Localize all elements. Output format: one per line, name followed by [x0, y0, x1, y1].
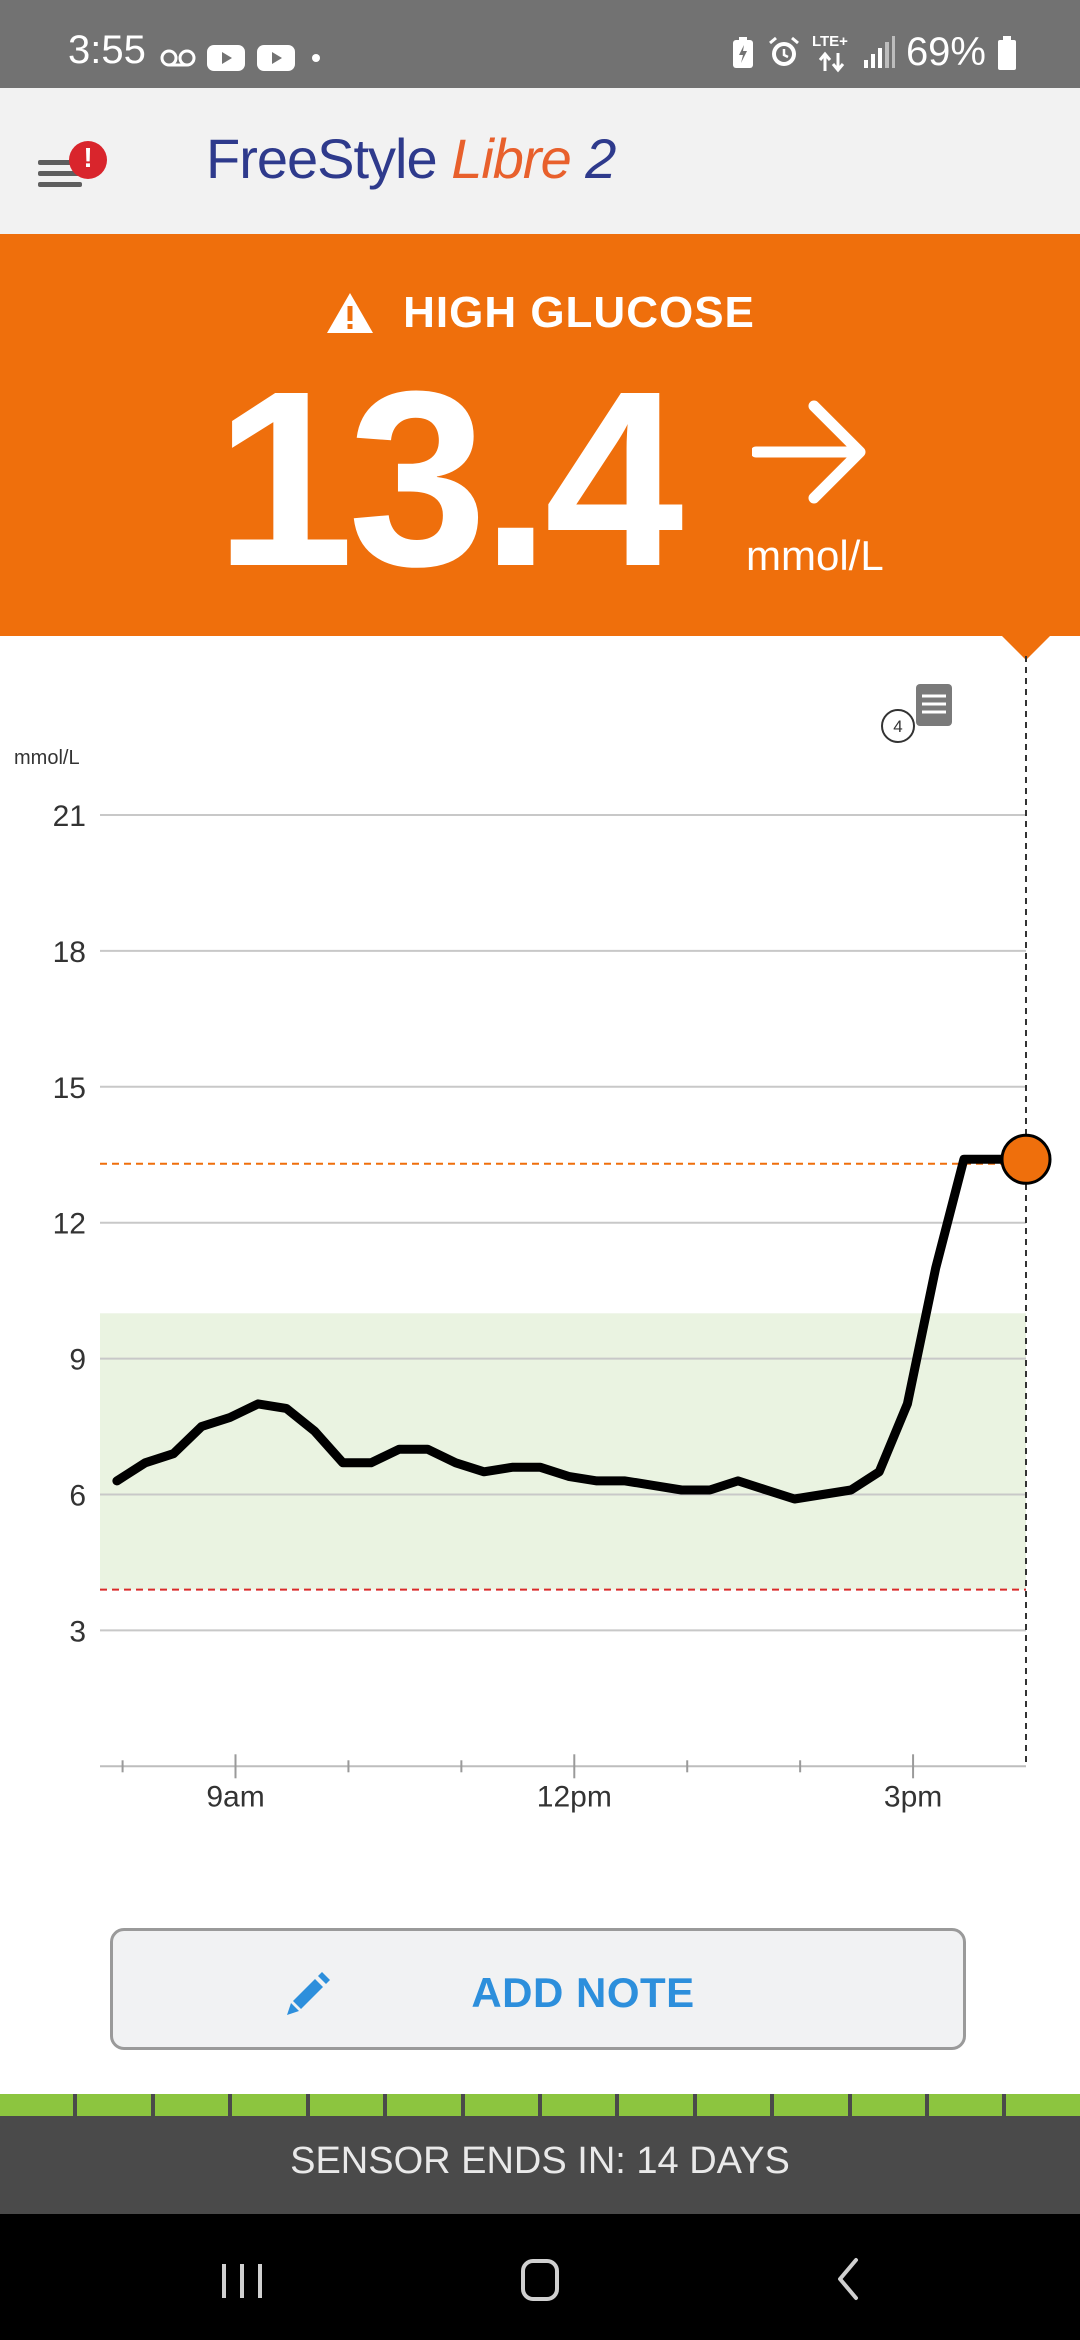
signal-icon	[863, 35, 895, 68]
menu-button[interactable]: !	[32, 138, 112, 198]
add-note-label: ADD NOTE	[471, 1969, 695, 2016]
dot-icon	[312, 54, 320, 62]
app-logo: FreeStyle Libre 2	[206, 126, 616, 191]
recent-apps-icon	[222, 2264, 262, 2298]
back-icon	[838, 2258, 858, 2300]
sensor-life-segment	[851, 2094, 926, 2116]
youtube-icon	[207, 45, 245, 71]
network-type: LTE+	[811, 32, 848, 50]
status-time: 3:55	[68, 28, 146, 72]
sensor-life-segment	[774, 2094, 848, 2116]
sensor-life-progress	[0, 2094, 1080, 2116]
menu-alert-badge: !	[83, 142, 93, 173]
sensor-status-bar: SENSOR ENDS IN: 14 DAYS	[0, 2116, 1080, 2214]
notification-icons	[160, 42, 326, 74]
current-value-marker	[1000, 1133, 1052, 1185]
y-tick-label: 12	[53, 1208, 86, 1241]
alarm-icon	[768, 36, 799, 66]
sensor-life-segment	[0, 2094, 74, 2116]
y-axis-label: mmol/L	[14, 747, 80, 769]
add-note-button[interactable]: ADD NOTE	[110, 1928, 966, 2050]
warning-icon	[327, 293, 374, 333]
sensor-life-segment	[929, 2094, 1003, 2116]
sensor-ends-text: SENSOR ENDS IN: 14 DAYS	[290, 2140, 790, 2182]
y-tick-label: 6	[69, 1480, 86, 1513]
glucose-value: 13.4	[215, 339, 684, 618]
hamburger-menu-icon	[38, 141, 107, 187]
y-tick-label: 9	[69, 1344, 86, 1377]
x-tick-label: 12pm	[537, 1780, 612, 1813]
glucose-chart: 4 mmol/L 21 18 15 12 9 6 3 9am 12pm 3pm	[14, 656, 1052, 1813]
x-tick-label: 9am	[206, 1780, 264, 1813]
sensor-life-segment	[619, 2094, 693, 2116]
battery-icon	[998, 35, 1016, 70]
sensor-life-segment	[309, 2094, 384, 2116]
recent-apps-button[interactable]	[202, 2244, 282, 2314]
brand-version: 2	[585, 127, 616, 190]
glucose-alert-banner: HIGH GLUCOSE 13.4 mmol/L	[0, 234, 1080, 636]
sensor-life-segment	[541, 2094, 616, 2116]
alert-title: HIGH GLUCOSE	[403, 288, 755, 337]
sensor-life-segment	[77, 2094, 151, 2116]
y-tick-label: 21	[53, 800, 86, 833]
sensor-life-segment	[464, 2094, 538, 2116]
app-header: ! FreeStyle Libre 2	[0, 88, 1080, 236]
y-tick-label: 18	[53, 936, 86, 969]
alert-header: HIGH GLUCOSE	[0, 288, 1080, 338]
brand-freestyle: FreeStyle	[206, 127, 438, 190]
system-icons: LTE+ 69%	[730, 30, 1018, 75]
sensor-life-segment	[387, 2094, 461, 2116]
battery-percent: 69%	[905, 30, 986, 74]
brand-libre: Libre	[451, 127, 572, 190]
sensor-life-segment	[232, 2094, 306, 2116]
back-button[interactable]	[808, 2244, 888, 2314]
lte-icon: LTE+	[812, 33, 852, 73]
sensor-life-segment	[154, 2094, 229, 2116]
sensor-life-segment	[1006, 2094, 1080, 2116]
notes-marker[interactable]: 4	[881, 684, 952, 743]
x-tick-label: 3pm	[884, 1780, 942, 1813]
youtube-icon	[257, 45, 295, 71]
battery-saver-icon	[732, 36, 753, 68]
home-icon	[521, 2259, 559, 2301]
sensor-life-segment	[696, 2094, 771, 2116]
trend-arrow-right-icon	[752, 400, 866, 504]
voicemail-icon	[160, 49, 196, 67]
y-tick-label: 15	[53, 1072, 86, 1105]
navigation-bar	[0, 2214, 1080, 2340]
status-bar: 3:55 LTE+ 69%	[0, 0, 1080, 88]
y-tick-label: 3	[69, 1615, 86, 1648]
home-button[interactable]	[500, 2244, 580, 2314]
glucose-unit: mmol/L	[746, 532, 884, 579]
notes-count: 4	[893, 717, 902, 736]
